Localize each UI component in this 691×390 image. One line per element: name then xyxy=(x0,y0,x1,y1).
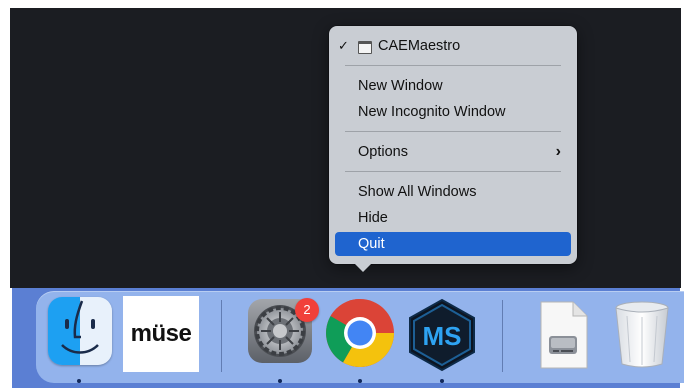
menu-separator xyxy=(345,65,561,66)
muse-icon[interactable]: müse xyxy=(123,296,199,372)
dock-context-menu: ✓ CAEMaestro New Window New Incognito Wi… xyxy=(329,26,577,264)
chrome-logo-graphic xyxy=(326,299,394,367)
trash-icon[interactable] xyxy=(612,300,688,376)
menu-item-new-window[interactable]: New Window xyxy=(335,74,571,98)
menu-item-options[interactable]: Options › xyxy=(335,140,571,164)
menu-item-app-window[interactable]: ✓ CAEMaestro xyxy=(335,34,571,58)
window-icon xyxy=(358,41,372,54)
running-indicator xyxy=(278,379,282,383)
menu-pointer xyxy=(353,262,373,272)
notification-badge: 2 xyxy=(295,298,319,322)
chevron-right-icon: › xyxy=(555,143,561,160)
menu-item-label: New Window xyxy=(358,78,443,94)
trash-can-graphic xyxy=(615,301,669,368)
running-indicator xyxy=(77,379,81,383)
running-indicator xyxy=(440,379,444,383)
finder-face-icon xyxy=(61,300,99,354)
disk-image-file-icon[interactable] xyxy=(535,300,611,376)
running-indicator xyxy=(358,379,362,383)
screen: ✓ CAEMaestro New Window New Incognito Wi… xyxy=(0,0,691,390)
checkmark-icon: ✓ xyxy=(338,38,349,53)
dock-separator xyxy=(221,300,222,372)
chrome-icon[interactable] xyxy=(324,297,400,373)
menu-item-label: Options xyxy=(358,144,408,160)
menu-separator xyxy=(345,171,561,172)
ms-hexagon-graphic: MS xyxy=(409,298,475,372)
menu-item-label: CAEMaestro xyxy=(378,38,461,54)
menu-item-new-incognito-window[interactable]: New Incognito Window xyxy=(335,100,571,124)
menu-item-label: Quit xyxy=(358,236,385,252)
muse-logo-text: müse xyxy=(130,320,192,347)
menu-item-show-all-windows[interactable]: Show All Windows xyxy=(335,180,571,204)
dock-separator xyxy=(502,300,503,372)
menu-item-hide[interactable]: Hide xyxy=(335,206,571,230)
menu-item-label: New Incognito Window xyxy=(358,104,506,120)
finder-icon[interactable] xyxy=(48,297,112,365)
ms-logo-text: MS xyxy=(423,321,462,351)
menu-item-label: Show All Windows xyxy=(358,184,477,200)
menu-item-quit[interactable]: Quit xyxy=(335,232,571,256)
disk-image-graphic xyxy=(540,301,588,369)
ms-hexagon-icon[interactable]: MS xyxy=(404,297,480,373)
menu-separator xyxy=(345,131,561,132)
menu-item-label: Hide xyxy=(358,210,388,226)
